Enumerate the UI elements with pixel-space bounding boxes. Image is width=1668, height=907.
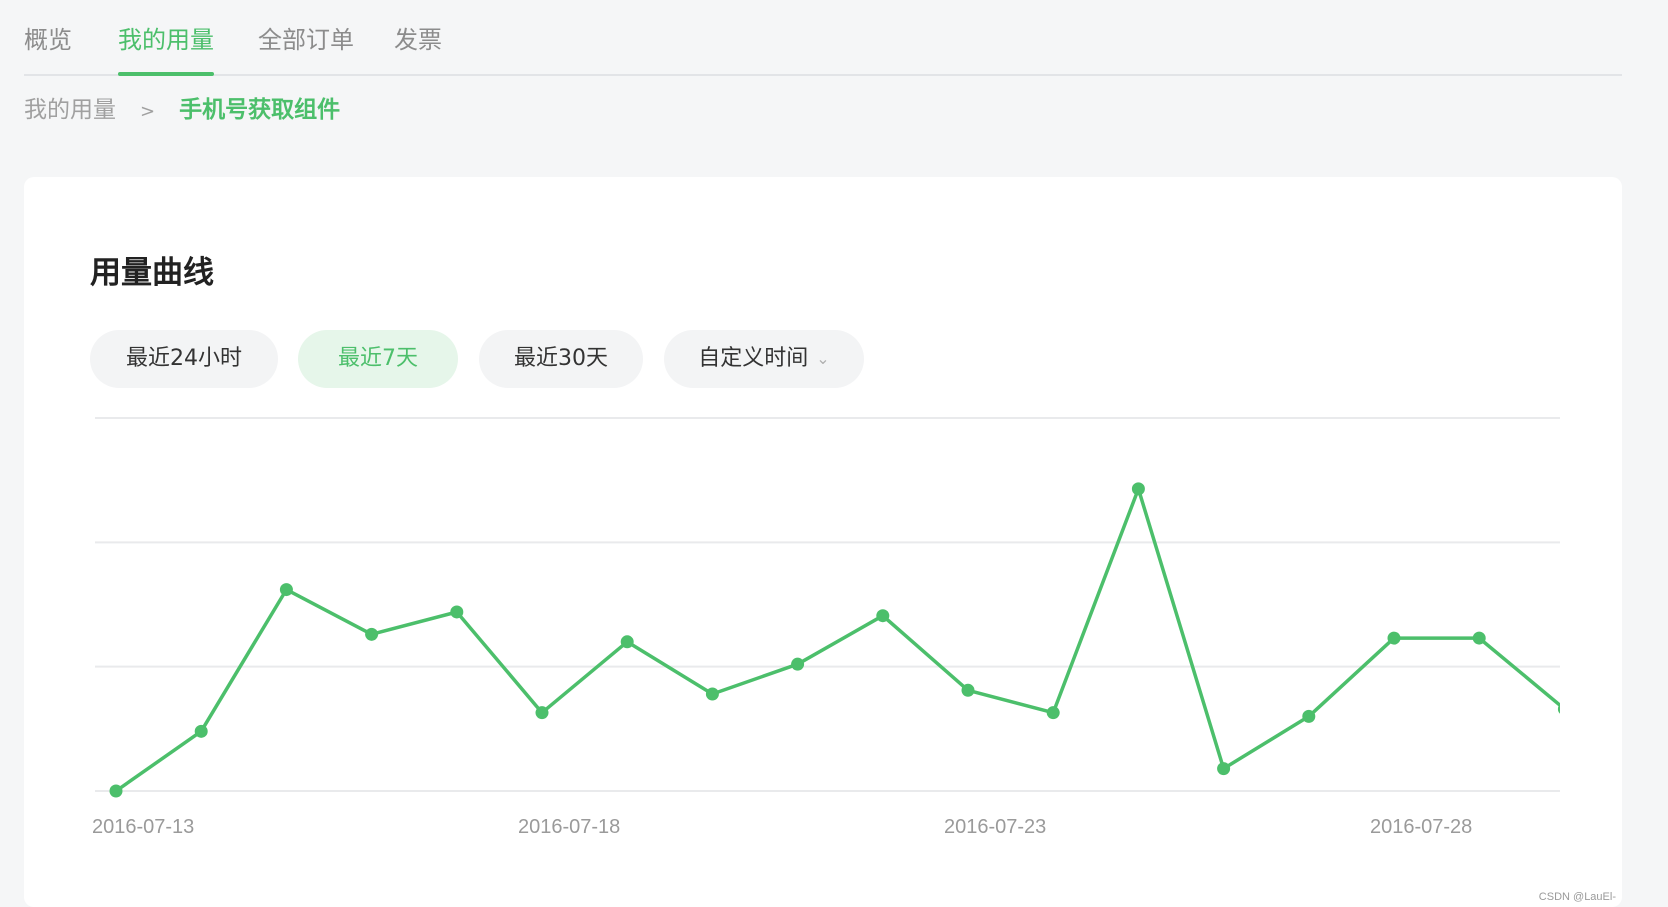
chart-data-point[interactable] xyxy=(1217,762,1231,776)
chart-data-point[interactable] xyxy=(194,724,208,738)
chart-data-point[interactable] xyxy=(279,583,293,597)
chart-data-point[interactable] xyxy=(1557,702,1571,715)
breadcrumb-root[interactable]: 我的用量 xyxy=(24,97,116,123)
tab-my-usage[interactable]: 我的用量 xyxy=(118,20,214,76)
breadcrumb-separator: > xyxy=(140,101,156,122)
chart-data-point[interactable] xyxy=(791,657,805,671)
chart-data-point[interactable] xyxy=(535,706,549,720)
chart-data-point[interactable] xyxy=(620,635,634,649)
chart-x-tick-label: 2016-07-28 xyxy=(1370,816,1472,838)
top-tab-bar: 概览 我的用量 全部订单 发票 xyxy=(24,0,1622,76)
chart-data-point[interactable] xyxy=(109,784,123,798)
chart-series-line xyxy=(114,487,1560,793)
chart-x-tick-label: 2016-07-13 xyxy=(92,816,194,838)
chart-data-point[interactable] xyxy=(365,627,379,641)
chart-data-point[interactable] xyxy=(1387,631,1401,645)
tab-overview[interactable]: 概览 xyxy=(24,20,72,74)
chart-x-tick-label: 2016-07-18 xyxy=(518,816,620,838)
chart-data-point[interactable] xyxy=(705,687,719,701)
chart-data-point[interactable] xyxy=(450,605,464,619)
tab-all-orders[interactable]: 全部订单 xyxy=(258,20,354,74)
breadcrumb: 我的用量 > 手机号获取组件 xyxy=(24,90,341,123)
usage-card: 用量曲线 最近24小时 最近7天 最近30天 自定义时间 ⌄ 2016-07-13… xyxy=(24,177,1622,907)
chart-x-tick-label: 2016-07-23 xyxy=(944,816,1046,838)
tab-invoice[interactable]: 发票 xyxy=(394,20,442,74)
chart-data-point[interactable] xyxy=(1472,631,1486,645)
chart-data-point[interactable] xyxy=(876,609,890,623)
chart-data-point[interactable] xyxy=(961,683,975,697)
breadcrumb-current: 手机号获取组件 xyxy=(179,97,341,123)
chart-data-point[interactable] xyxy=(1302,709,1316,723)
watermark: CSDN @LauEl- xyxy=(1538,891,1616,903)
usage-line-chart: 2016-07-13 2016-07-18 2016-07-23 2016-07-28 xyxy=(92,417,1571,838)
chart-data-point[interactable] xyxy=(1046,706,1060,720)
chart-data-point[interactable] xyxy=(1131,482,1145,496)
